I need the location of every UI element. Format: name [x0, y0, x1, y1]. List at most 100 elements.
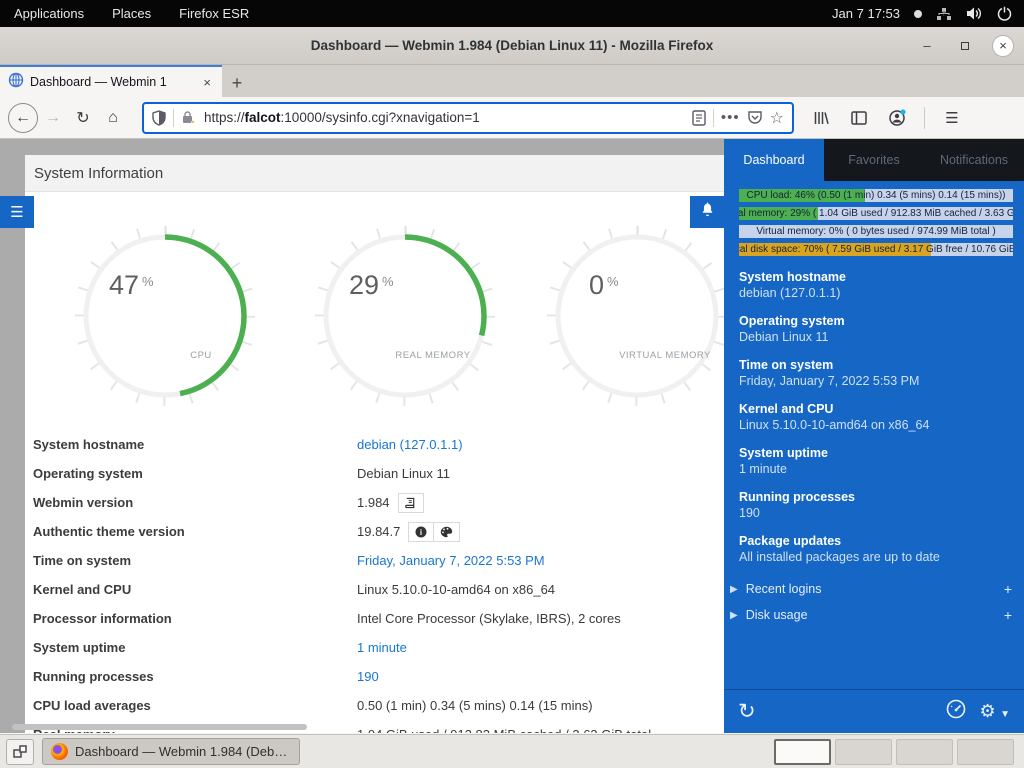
disk-space-bar: Local disk space: 70% ( 7.59 GiB used / … — [739, 243, 1013, 256]
url-bar[interactable]: https://falcot:10000/sysinfo.cgi?xnaviga… — [142, 102, 794, 134]
show-desktop-button[interactable] — [6, 739, 34, 765]
insecure-lock-icon[interactable] — [181, 110, 197, 125]
applications-menu[interactable]: Applications — [0, 0, 98, 27]
hostname-link[interactable]: debian (127.0.1.1) — [357, 437, 463, 452]
bottom-taskbar: Dashboard — Webmin 1.984 (Deb… — [0, 734, 1024, 768]
gauge-value: 0 — [589, 270, 604, 300]
firefox-icon — [51, 743, 68, 760]
firefox-esr-menu[interactable]: Firefox ESR — [165, 0, 263, 27]
clock[interactable]: Jan 7 17:53 — [832, 6, 900, 21]
app-menu-icon[interactable]: ☰ — [937, 103, 967, 133]
gauge-label: REAL MEMORY — [395, 350, 470, 361]
desktop: Applications Places Firefox ESR Jan 7 17… — [0, 0, 1024, 768]
navigation-toolbar: ← → ↻ ⌂ https://falcot:10000/sysinfo.cgi… — [0, 97, 1024, 139]
page-header: System Information — [25, 155, 724, 192]
notifications-bell-button[interactable] — [690, 196, 724, 228]
theme-palette-button[interactable] — [434, 522, 460, 542]
recent-logins-toggle[interactable]: ▶ Recent logins + — [730, 576, 1018, 602]
workspace-2[interactable] — [835, 739, 892, 765]
speedometer-icon[interactable] — [946, 699, 966, 724]
chevron-right-icon: ▶ — [730, 610, 738, 621]
disk-usage-toggle[interactable]: ▶ Disk usage + — [730, 602, 1018, 628]
tab-dashboard[interactable]: Dashboard — Webmin 1 × — [0, 65, 222, 97]
shield-icon[interactable] — [152, 110, 166, 126]
window-title: Dashboard — Webmin 1.984 (Debian Linux 1… — [311, 38, 714, 53]
table-row: Kernel and CPULinux 5.10.0-10-amd64 on x… — [25, 575, 724, 604]
system-info-table: System hostnamedebian (127.0.1.1) Operat… — [25, 430, 724, 733]
browser-viewport: System Information ☰ 47 % CPU — [0, 139, 1024, 733]
expand-plus-icon[interactable]: + — [1004, 607, 1018, 623]
minimize-button[interactable]: – — [916, 35, 938, 57]
close-button[interactable]: × — [992, 35, 1014, 57]
theme-info-button[interactable]: i — [408, 522, 434, 542]
refresh-icon[interactable]: ↻ — [738, 699, 756, 724]
page-title: System Information — [25, 165, 163, 182]
sidebar-toggle-button[interactable]: ☰ — [0, 196, 34, 228]
library-icon[interactable] — [806, 103, 836, 133]
sidebar-tabs: Dashboard Favorites Notifications — [724, 139, 1024, 181]
svg-text:%: % — [607, 274, 619, 289]
gauge-label: CPU — [190, 350, 212, 361]
pocket-icon[interactable] — [747, 110, 763, 125]
tab-close-icon[interactable]: × — [200, 75, 214, 90]
workspace-3[interactable] — [896, 739, 953, 765]
uptime-link[interactable]: 1 minute — [357, 640, 407, 655]
gauge-label: VIRTUAL MEMORY — [619, 350, 711, 361]
table-row: Time on systemFriday, January 7, 2022 5:… — [25, 546, 724, 575]
tab-notifications[interactable]: Notifications — [924, 139, 1024, 181]
reload-button[interactable]: ↻ — [68, 103, 98, 133]
processes-link[interactable]: 190 — [357, 669, 379, 684]
table-row: Processor informationIntel Core Processo… — [25, 604, 724, 633]
svg-text:?: ? — [942, 11, 946, 18]
table-row: Authentic theme version 19.84.7 i — [25, 517, 724, 546]
maximize-button[interactable] — [954, 35, 976, 57]
tab-dashboard-side[interactable]: Dashboard — [724, 139, 824, 181]
expand-plus-icon[interactable]: + — [1004, 581, 1018, 597]
table-row: Running processes190 — [25, 662, 724, 691]
cpu-load-bar: CPU load: 46% (0.50 (1 min) 0.34 (5 mins… — [739, 189, 1013, 202]
taskbar-window-button[interactable]: Dashboard — Webmin 1.984 (Deb… — [42, 738, 300, 765]
settings-gear-icon[interactable]: ⚙ ▼ — [980, 701, 1011, 722]
table-row: Operating systemDebian Linux 11 — [25, 459, 724, 488]
reader-view-icon[interactable] — [692, 110, 706, 126]
volume-icon[interactable] — [966, 6, 983, 21]
url-text[interactable]: https://falcot:10000/sysinfo.cgi?xnaviga… — [204, 110, 685, 125]
changelog-button[interactable] — [398, 493, 424, 513]
workspace-4[interactable] — [957, 739, 1014, 765]
places-menu[interactable]: Places — [98, 0, 165, 27]
account-icon[interactable] — [882, 103, 912, 133]
workspace-1[interactable] — [774, 739, 831, 765]
forward-button[interactable]: → — [38, 103, 68, 133]
tab-title: Dashboard — Webmin 1 — [30, 75, 194, 89]
network-icon[interactable]: ? — [936, 7, 952, 21]
gnome-top-bar: Applications Places Firefox ESR Jan 7 17… — [0, 0, 1024, 27]
page-actions-icon[interactable]: ••• — [721, 109, 740, 126]
chevron-right-icon: ▶ — [730, 584, 738, 595]
table-row: Webmin version 1.984 — [25, 488, 724, 517]
table-row: System uptime1 minute — [25, 633, 724, 662]
tab-favorites[interactable]: Favorites — [824, 139, 924, 181]
virtual-memory-gauge: 0 % VIRTUAL MEMORY — [547, 226, 727, 406]
new-tab-button[interactable]: + — [222, 69, 252, 97]
back-button[interactable]: ← — [8, 103, 38, 133]
bookmark-star-icon[interactable]: ☆ — [770, 108, 784, 128]
horizontal-scrollbar[interactable] — [12, 724, 307, 730]
svg-text:%: % — [382, 274, 394, 289]
svg-text:%: % — [142, 274, 154, 289]
cpu-gauge: 47 % CPU — [75, 226, 255, 406]
sidebar-footer: ↻ ⚙ ▼ — [724, 689, 1024, 733]
time-link[interactable]: Friday, January 7, 2022 5:53 PM — [357, 553, 545, 568]
window-titlebar[interactable]: Dashboard — Webmin 1.984 (Debian Linux 1… — [0, 27, 1024, 65]
table-row: CPU load averages0.50 (1 min) 0.34 (5 mi… — [25, 691, 724, 720]
taskbar-window-label: Dashboard — Webmin 1.984 (Deb… — [75, 744, 287, 759]
sidebar-info: System hostnamedebian (127.0.1.1) Operat… — [739, 269, 1013, 577]
sidebar-toggle-icon[interactable] — [844, 103, 874, 133]
virtual-memory-bar: Virtual memory: 0% ( 0 bytes used / 974.… — [739, 225, 1013, 238]
gauge-value: 47 — [109, 270, 139, 300]
firefox-window: Dashboard — Webmin 1.984 (Debian Linux 1… — [0, 27, 1024, 734]
home-button[interactable]: ⌂ — [98, 103, 128, 133]
power-icon[interactable] — [997, 6, 1012, 21]
real-memory-gauge: 29 % REAL MEMORY — [315, 226, 495, 406]
svg-text:i: i — [420, 528, 422, 537]
webmin-sidebar: Dashboard Favorites Notifications CPU lo… — [724, 139, 1024, 733]
